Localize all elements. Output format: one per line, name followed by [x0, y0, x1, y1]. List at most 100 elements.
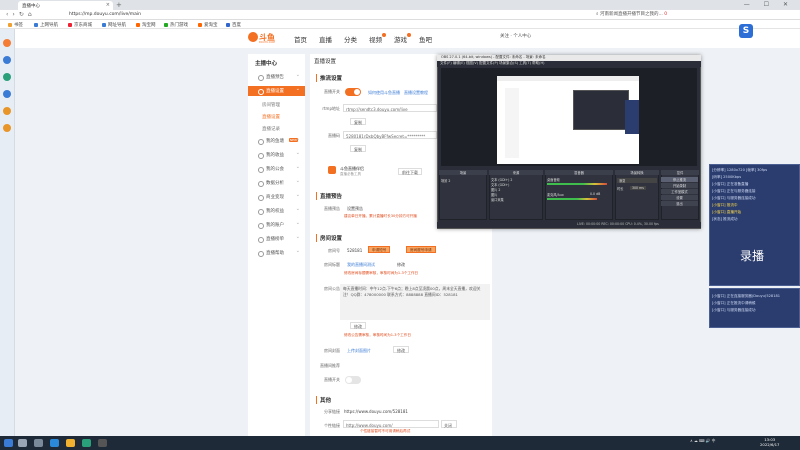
obs-menu[interactable]: 文件(F) 编辑(E) 视图(V) 配置文件(P) 场景集合(S) 工具(T) … [437, 61, 701, 67]
room-id-label: 房间号 [328, 248, 340, 253]
search-icon[interactable] [18, 439, 27, 447]
obs-start-record-button[interactable]: 开始录制 [661, 183, 698, 188]
log-line: [小窗口] 正在连接服务器(Douyu)528181 [712, 294, 781, 298]
log-line: [小窗口] 正在与服务器连接 [712, 189, 756, 193]
sidebar-item[interactable]: 直播设置 [248, 112, 305, 122]
preview-warning: 建议单日开播，累计直播时长30分钟方可开播 [344, 214, 417, 218]
copy-rtmp-button[interactable]: 复制 [350, 118, 366, 125]
dock-app-icon[interactable] [3, 107, 11, 115]
dock-app-icon[interactable] [3, 73, 11, 81]
bookmark-icon [68, 22, 72, 27]
bookmark-item[interactable]: 热门游戏 [164, 22, 188, 28]
url-field[interactable]: https://mp.douyu.com/live/main [66, 11, 396, 19]
embed-select[interactable]: 关闭 [441, 420, 457, 428]
sidebar-item[interactable]: 直播设置 [248, 86, 305, 96]
nav-video[interactable]: 视频 [369, 33, 386, 44]
desktop-app-icon[interactable]: S [739, 24, 753, 38]
bookmark-item[interactable]: 爱淘宝 [198, 22, 218, 28]
bookmark-item[interactable]: 京东商城 [68, 22, 92, 28]
sidebar-item[interactable]: 我的鱼塘 NEW [248, 136, 305, 146]
bookmark-icon [226, 22, 230, 27]
record-title[interactable]: 录播 [740, 247, 764, 264]
code-field[interactable]: 5280181rDxbQbyBFfwSecret=********* [343, 131, 437, 139]
taskbar-app-icon[interactable] [66, 439, 75, 447]
share-value: https://www.douyu.com/528181 [344, 409, 408, 414]
obs-panel-header: 来源 [489, 170, 543, 175]
sidebar-item[interactable]: 直播预告 [248, 72, 305, 82]
apply-short-id-button[interactable]: 申请短号 [368, 246, 391, 253]
dock-app-icon[interactable] [3, 56, 11, 64]
dock-app-icon[interactable] [3, 39, 11, 47]
browser-tab[interactable]: 直播中心 × [18, 1, 113, 10]
nav-yuba[interactable]: 鱼吧 [419, 34, 432, 44]
dock-app-icon[interactable] [3, 90, 11, 98]
clock[interactable]: 13:03 2022/6/17 [760, 437, 779, 447]
nav-buttons[interactable]: ‹›↻⌂ [6, 11, 36, 18]
obs-mixer-mic: 麦克风/Aux [547, 193, 564, 197]
window-controls[interactable]: — ☐ ✕ [744, 1, 794, 8]
room-switch-toggle[interactable] [345, 376, 361, 384]
sidebar-item[interactable]: 直播记录 [248, 124, 305, 134]
new-tab-icon[interactable]: + [116, 1, 122, 9]
obs-source-item[interactable]: 窗口采集 [491, 197, 504, 202]
sidebar-item[interactable]: 房间管理 [248, 100, 305, 110]
bookmark-item[interactable]: 淘宝网 [136, 22, 156, 28]
log-line: [小窗口] 推流中 [712, 203, 738, 207]
log-line: [分辨率] 1280x720 [帧率] 30fps [712, 168, 768, 172]
obs-settings-button[interactable]: 设置 [661, 195, 698, 200]
section-room: 房间设置 [316, 234, 342, 242]
obs-panel-header: 混音器 [545, 170, 613, 175]
cover-edit-button[interactable]: 修改 [393, 346, 409, 353]
dock-app-icon[interactable] [3, 124, 11, 132]
cover-link[interactable]: 上传封面图片 [347, 348, 371, 354]
nav-home[interactable]: 首页 [294, 34, 307, 44]
rtmp-field[interactable]: rtmp://sendtc3.douyu.com/live [343, 104, 437, 112]
taskbar-app-icon[interactable] [82, 439, 91, 447]
obs-stop-stream-button[interactable]: 停止推流 [661, 177, 698, 182]
obs-transition-select[interactable]: 渐变 [617, 178, 657, 183]
nav-live[interactable]: 直播 [319, 34, 332, 44]
bookmark-item[interactable]: 书签 [8, 22, 23, 28]
obs-scene-item[interactable]: 场景 2 [441, 178, 450, 183]
room-name-edit[interactable]: 修改 [397, 262, 405, 268]
user-area[interactable]: 关注 · 个人中心 [500, 33, 531, 39]
preview-value[interactable]: 设置预告 [347, 206, 363, 212]
obs-duration-field[interactable]: 300 ms [630, 186, 646, 190]
download-button[interactable]: 前往下载 [398, 168, 422, 175]
site-logo[interactable]: 斗鱼 DOUYU.COM [248, 31, 278, 45]
sidebar-item[interactable]: 我的收益 [248, 150, 305, 160]
vanity-id-button[interactable]: 房间靓号申请 [406, 246, 436, 253]
notice-edit-button[interactable]: 修改 [350, 322, 366, 329]
task-view-icon[interactable] [34, 439, 43, 447]
obs-studio-mode-button[interactable]: 工作室模式 [661, 189, 698, 194]
live-toggle[interactable] [345, 88, 361, 96]
bookmark-item[interactable]: 上网导航 [34, 22, 58, 28]
start-icon[interactable] [4, 439, 13, 447]
room-name-label: 房间标题 [324, 262, 340, 267]
section-stream: 推流设置 [316, 74, 342, 82]
bookmark-item[interactable]: 百度 [226, 22, 241, 28]
sidebar-item[interactable]: 我的公会 [248, 164, 305, 174]
sidebar-item[interactable]: 我的权益 [248, 206, 305, 216]
sidebar-item[interactable]: 直播榜单 [248, 234, 305, 244]
nav-category[interactable]: 分类 [344, 34, 357, 44]
sidebar-item[interactable]: 我的账户 [248, 220, 305, 230]
taskbar-app-icon[interactable] [50, 439, 59, 447]
help-link[interactable]: 如何使用斗鱼直播 [368, 90, 400, 96]
copy-code-button[interactable]: 复制 [350, 145, 366, 152]
nav-game[interactable]: 游戏 [394, 33, 411, 44]
tutorial-link[interactable]: 直播设置教程 [404, 90, 428, 96]
bookmark-item[interactable]: 网址导航 [102, 22, 126, 28]
obs-exit-button[interactable]: 退出 [661, 201, 698, 206]
home-icon[interactable]: ⌂ [28, 11, 36, 18]
reload-icon[interactable]: ↻ [19, 11, 28, 18]
browser-search[interactable]: ⌕ 河南新闻直播开播节目之我的... 0 [596, 11, 796, 17]
system-tray[interactable]: ∧ ☁ ⌨ 🔊 中 [690, 438, 715, 444]
sidebar-item[interactable]: 数据分析 [248, 178, 305, 188]
close-tab-icon[interactable]: × [106, 2, 110, 8]
obs-panel-header: 场景转换 [615, 170, 659, 175]
sidebar-item[interactable]: 商业变现 [248, 192, 305, 202]
embed-field[interactable]: http://www.douyu.com/ [343, 420, 439, 428]
sidebar-item[interactable]: 直播帮助 [248, 248, 305, 258]
taskbar-app-icon[interactable] [98, 439, 107, 447]
